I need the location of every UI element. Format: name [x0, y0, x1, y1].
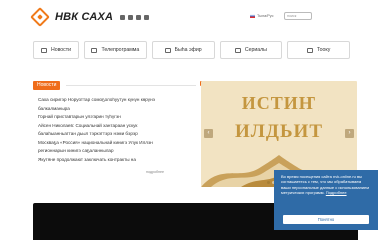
news-section-label[interactable]: Новости [33, 81, 61, 90]
banner-title-line1: ИСТИҤ [241, 93, 317, 113]
news-item[interactable]: балкалманыра [38, 105, 188, 114]
news-header: Новости [33, 81, 212, 92]
site-logo[interactable]: НВК САХА [30, 7, 150, 27]
header: НВК САХА Тыла/Рус поиск [0, 0, 390, 36]
flag-icon [250, 14, 255, 18]
search-input[interactable]: поиск [284, 12, 312, 20]
page: НВК САХА Тыла/Рус поиск Новости Телепрог… [0, 0, 390, 240]
tooku-icon [306, 47, 313, 53]
slider-next-button[interactable]: › [345, 129, 354, 138]
divider [66, 85, 196, 86]
nav-label: Быһа эфир [174, 47, 202, 53]
nav-item-news[interactable]: Новости [33, 41, 79, 59]
cookie-details-link[interactable]: Подробнее [326, 190, 347, 195]
live-icon [164, 47, 171, 53]
social-links [120, 14, 150, 20]
cookie-accept-button[interactable]: Понятно [283, 215, 369, 224]
nav-label: Телепрограмма [101, 47, 140, 53]
news-icon [40, 47, 47, 53]
news-item[interactable]: Саха сиригэр Норуоттар сомоҕолоһуутун кү… [38, 96, 188, 105]
logo-icon [30, 7, 50, 27]
slider-dot[interactable] [267, 181, 270, 184]
nav-label: Новости [50, 47, 72, 53]
nav-label: Сериалы [244, 47, 267, 53]
news-list: Саха сиригэр Норуоттар сомоҕолоһуутун кү… [38, 96, 188, 164]
language-label: Тыла/Рус [257, 14, 274, 18]
cookie-consent-popup: Во время посещения сайта nvk-online.ru в… [274, 170, 378, 230]
news-item[interactable]: Горнай приставтарын улэ'арин түһүгэн [38, 113, 188, 122]
news-item[interactable]: балаһыанньаттан дьыл тэркэттэрэ нэми бэр… [38, 130, 188, 139]
youtube-icon[interactable] [136, 14, 142, 20]
main-nav: Новости Телепрограмма Быһа эфир Сериалы … [33, 41, 350, 59]
ok-icon[interactable] [144, 14, 150, 20]
vk-icon[interactable] [120, 14, 126, 20]
news-item[interactable]: регионнарын кинигэ саҕаланнылар [38, 147, 188, 156]
language-switcher[interactable]: Тыла/Рус [250, 14, 274, 18]
cookie-text: Во время посещения сайта nvk-online.ru в… [281, 174, 371, 195]
news-item[interactable]: Якутяне продолжают заключать контракты н… [38, 156, 188, 165]
nav-label: Тооку [316, 47, 331, 53]
nav-item-live[interactable]: Быһа эфир [151, 41, 215, 59]
logo-text: НВК САХА [55, 11, 114, 23]
news-more-link[interactable]: подробнее [146, 170, 164, 174]
news-item[interactable]: Москваҕа «Россия» национальнай кинигэ Ул… [38, 139, 188, 148]
slider-prev-button[interactable]: ‹ [204, 129, 213, 138]
nav-item-tooku[interactable]: Тооку [287, 41, 350, 59]
nav-item-series[interactable]: Сериалы [219, 41, 283, 59]
banner-title-line2: ИЛДЬИТ [234, 121, 324, 142]
news-item[interactable]: Айсен Николаев: Социальнай хантараан уск… [38, 122, 188, 131]
nav-item-tv-program[interactable]: Телепрограмма [84, 41, 147, 59]
telegram-icon[interactable] [128, 14, 134, 20]
tv-program-icon [91, 47, 98, 53]
series-icon [234, 47, 241, 53]
